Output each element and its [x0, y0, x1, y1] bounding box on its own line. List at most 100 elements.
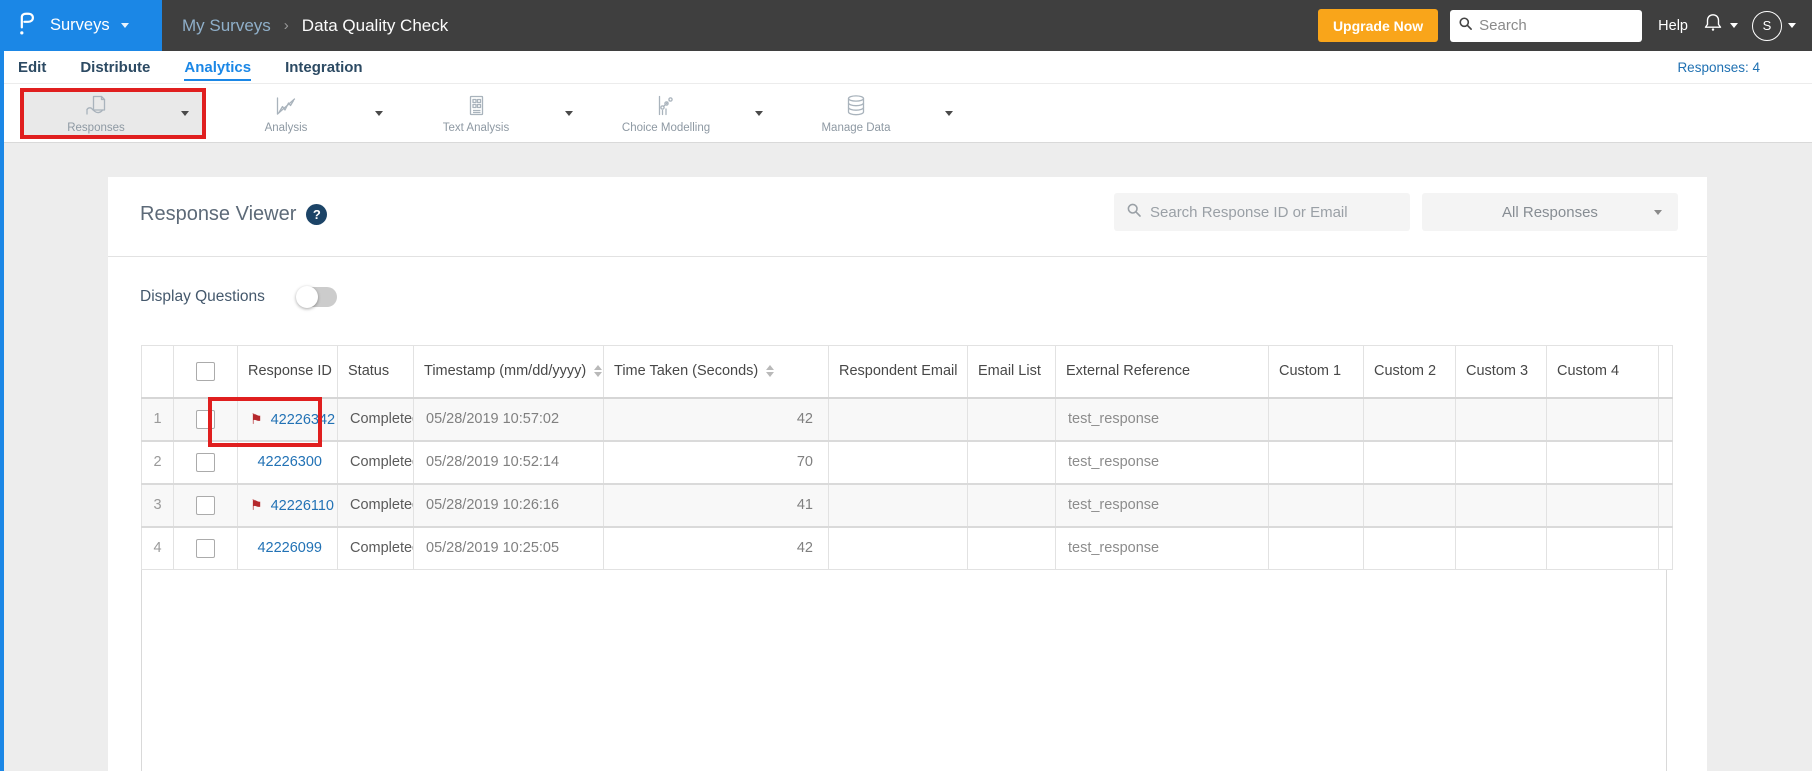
column-label: Email List [978, 363, 1041, 380]
column-header-respondent_email[interactable]: Respondent Email [828, 345, 968, 399]
cell-time_taken: 70 [603, 439, 829, 484]
chevron-down-icon[interactable] [1788, 23, 1796, 28]
responses-table: Response ID Status Timestamp (mm/dd/yyyy) T… [141, 345, 1673, 570]
row-checkbox[interactable] [196, 452, 215, 472]
cell-spacer [1658, 525, 1673, 570]
column-header-response_id[interactable]: Response ID [237, 345, 338, 399]
tool-label: Manage Data [821, 121, 891, 134]
cell-custom2 [1363, 525, 1456, 570]
page-content: Response Viewer ? All Responses [0, 143, 1812, 771]
top-bar-dark-section: My Surveys › Data Quality Check Upgrade … [162, 0, 1812, 51]
manage-data-toolbar-button[interactable]: Manage Data [780, 88, 966, 139]
responses-icon [83, 93, 109, 119]
table-row: 2 42226300 Completed 05/28/2019 10:52:14 70 t… [141, 439, 1673, 484]
avatar[interactable]: S [1752, 10, 1782, 41]
top-bar: Surveys My Surveys › Data Quality Check … [0, 0, 1812, 51]
column-header-custom1[interactable]: Custom 1 [1268, 345, 1364, 399]
response-search-input[interactable] [1150, 203, 1398, 221]
cell-custom3 [1455, 396, 1547, 441]
global-search-input[interactable] [1479, 17, 1630, 34]
row-checkbox[interactable] [196, 495, 215, 515]
column-header-spacer [1658, 345, 1673, 399]
left-accent-strip [0, 51, 4, 771]
upgrade-now-button[interactable]: Upgrade Now [1317, 9, 1439, 42]
chevron-down-icon[interactable] [742, 110, 776, 116]
column-header-email_list[interactable]: Email List [967, 345, 1056, 399]
notifications-menu[interactable] [1702, 12, 1738, 39]
chevron-down-icon[interactable] [168, 110, 202, 116]
analysis-icon [273, 93, 299, 119]
display-questions-row: Display Questions [108, 283, 1707, 311]
help-link[interactable]: Help [1658, 18, 1688, 34]
breadcrumb-parent[interactable]: My Surveys [182, 16, 271, 36]
column-header-custom2[interactable]: Custom 2 [1363, 345, 1456, 399]
response-filter-dropdown[interactable]: All Responses [1422, 193, 1678, 231]
response-filter-value: All Responses [1502, 203, 1598, 221]
toggle-knob [295, 286, 318, 308]
row-checkbox[interactable] [196, 538, 215, 558]
tab-distribute[interactable]: Distribute [80, 59, 150, 76]
cell-custom1 [1268, 396, 1364, 441]
chevron-down-icon[interactable] [552, 110, 586, 116]
column-label: Respondent Email [839, 363, 958, 380]
product-label: Surveys [50, 16, 110, 34]
column-header-status[interactable]: Status [337, 345, 414, 399]
questionpro-logo-icon [18, 10, 35, 42]
column-header-custom4[interactable]: Custom 4 [1546, 345, 1659, 399]
tab-edit[interactable]: Edit [18, 59, 46, 76]
column-header-timestamp[interactable]: Timestamp (mm/dd/yyyy) [413, 345, 604, 399]
product-switcher[interactable]: Surveys [0, 0, 162, 51]
column-header-time_taken[interactable]: Time Taken (Seconds) [603, 345, 829, 399]
help-icon[interactable]: ? [306, 204, 328, 225]
row-checkbox[interactable] [196, 409, 215, 429]
tool-label: Responses [67, 121, 125, 134]
tool-label: Analysis [264, 121, 308, 134]
analysis-toolbar-button[interactable]: Analysis [210, 88, 396, 139]
response-id-link[interactable]: 42226300 [257, 454, 322, 470]
chevron-down-icon[interactable] [932, 110, 966, 116]
analytics-toolbar: Responses Analysis Text Analysis Choice … [0, 84, 1812, 143]
cell-custom2 [1363, 439, 1456, 484]
cell-status: Completed [337, 439, 414, 484]
sort-icon [594, 365, 603, 378]
response-search[interactable] [1114, 193, 1410, 231]
cell-num: 2 [141, 439, 174, 484]
responses-toolbar-button[interactable]: Responses [20, 87, 206, 139]
sort-icon [766, 365, 775, 378]
cell-custom1 [1268, 439, 1364, 484]
cell-response_id: ⚑ 42226110 [237, 482, 338, 527]
text-analysis-icon [463, 93, 489, 119]
cell-custom2 [1363, 482, 1456, 527]
flag-icon: ⚑ [250, 410, 263, 427]
choice-modelling-toolbar-button[interactable]: Choice Modelling [590, 88, 776, 139]
responses-count: Responses: 4 [1677, 59, 1760, 75]
cell-external_reference: test_response [1055, 482, 1269, 527]
global-search[interactable] [1450, 9, 1643, 42]
column-header-num [141, 345, 174, 399]
response-id-link[interactable]: 42226342 [271, 412, 336, 428]
cell-custom4 [1546, 525, 1659, 570]
select-all-checkbox[interactable] [196, 361, 215, 381]
display-questions-toggle[interactable] [295, 286, 337, 308]
chevron-down-icon[interactable] [362, 110, 396, 116]
chevron-down-icon [1654, 210, 1662, 215]
cell-email_list [967, 525, 1056, 570]
column-header-external_reference[interactable]: External Reference [1055, 345, 1269, 399]
column-label: Custom 4 [1557, 363, 1620, 380]
column-header-custom3[interactable]: Custom 3 [1455, 345, 1547, 399]
cell-status: Completed [337, 525, 414, 570]
response-id-link[interactable]: 42226099 [257, 540, 322, 556]
tab-integration[interactable]: Integration [285, 59, 363, 76]
cell-external_reference: test_response [1055, 439, 1269, 484]
cell-respondent_email [828, 396, 968, 441]
choice-modelling-icon [653, 93, 679, 119]
cell-email_list [967, 482, 1056, 527]
text-analysis-toolbar-button[interactable]: Text Analysis [400, 88, 586, 139]
cell-num: 1 [141, 396, 174, 441]
chevron-down-icon [1730, 23, 1738, 28]
column-label: Timestamp (mm/dd/yyyy) [424, 363, 587, 380]
cell-checkbox [173, 525, 238, 570]
response-viewer-panel: Response Viewer ? All Responses [108, 177, 1707, 771]
response-id-link[interactable]: 42226110 [271, 498, 334, 514]
tab-analytics[interactable]: Analytics [184, 58, 252, 81]
